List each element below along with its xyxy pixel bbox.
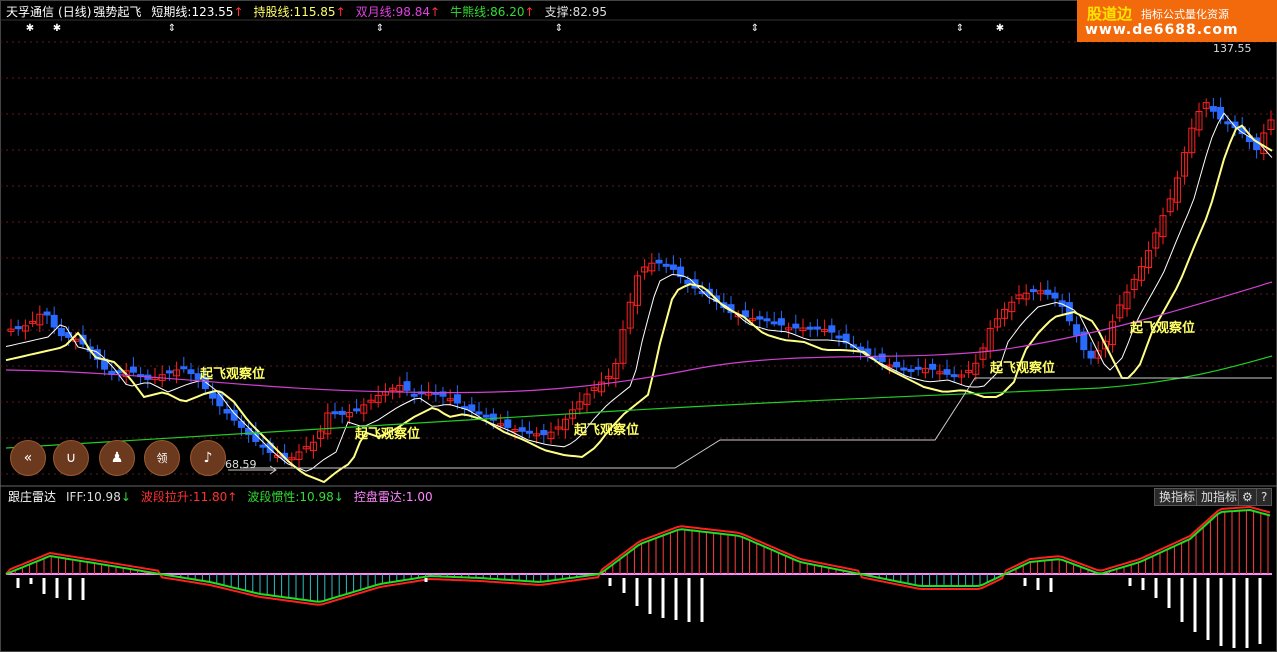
switch-indicator-button[interactable]: 换指标 <box>1154 488 1201 506</box>
event-marker: ⇕ <box>376 23 384 34</box>
candle-body <box>929 363 937 370</box>
iff-value: IFF:10.98↓ <box>66 489 131 504</box>
rise-value: 波段拉升:11.80↑ <box>140 490 238 504</box>
advisor-icon[interactable]: ♟ <box>99 440 135 476</box>
candle-body <box>828 325 836 333</box>
candle-body <box>338 410 346 415</box>
indicator-name[interactable]: 强势起飞 <box>93 3 141 20</box>
candle-body <box>410 393 418 397</box>
signal-label: 起飞观察位 <box>200 367 266 382</box>
candle-body <box>813 326 821 330</box>
candle-body <box>1217 106 1225 120</box>
candle-body <box>1051 292 1059 299</box>
help-icon[interactable]: ? <box>1256 488 1273 506</box>
control-value: 控盘雷达:1.00 <box>353 490 433 504</box>
bell-icon[interactable]: ♪ <box>190 440 226 476</box>
candle-body <box>756 316 764 320</box>
stock-name[interactable]: 天孚通信 <box>6 3 54 20</box>
low-price-label: 68.59 <box>225 458 257 471</box>
candle-body <box>57 327 65 337</box>
event-marker: ✱ <box>996 23 1004 34</box>
event-marker: ✱ <box>53 23 61 34</box>
signal-label: 起飞观察位 <box>355 427 421 442</box>
event-marker: ⇕ <box>751 23 759 34</box>
candle-body <box>50 314 58 328</box>
event-marker: ⇕ <box>555 23 563 34</box>
candle-body <box>1209 106 1217 112</box>
short-term-line <box>5 112 1273 472</box>
event-marker: ⇕ <box>956 23 964 34</box>
candle-body <box>943 369 951 375</box>
brand-logo: 股道边 指标公式量化资源 www.de6688.com <box>1077 0 1277 42</box>
candle-body <box>1073 324 1081 336</box>
candle-body <box>331 411 339 415</box>
candle-body <box>893 361 901 368</box>
candle-body <box>662 263 670 267</box>
candle-body <box>763 318 771 322</box>
candle-body <box>1224 121 1232 125</box>
collapse-icon[interactable]: « <box>10 440 46 476</box>
hold-line-value: 持股线:115.85↑ <box>253 4 346 19</box>
candle-body <box>187 369 195 375</box>
candle-body <box>43 311 51 316</box>
candle-body <box>14 326 22 330</box>
candle-body <box>482 414 490 418</box>
add-indicator-button[interactable]: 加指标 <box>1196 488 1243 506</box>
candle-body <box>180 366 188 370</box>
candle-body <box>835 335 843 339</box>
candle-body <box>129 366 137 373</box>
crown-icon[interactable]: 领 <box>144 440 180 476</box>
bull-line-value: 牛熊线:86.20↑ <box>450 4 535 19</box>
candle-body <box>489 413 497 421</box>
candle-body <box>777 318 785 326</box>
signal-label: 起飞观察位 <box>574 423 640 438</box>
candle-body <box>453 394 461 404</box>
month-line-value: 双月线:98.84↑ <box>355 4 441 19</box>
candle-body <box>504 419 512 428</box>
candle-body <box>1087 350 1095 359</box>
candle-body <box>525 430 533 434</box>
signal-label: 起飞观察位 <box>1130 321 1196 336</box>
short-line-value: 短期线:123.55↑ <box>151 4 244 19</box>
candle-body <box>540 430 548 436</box>
chart-canvas[interactable]: ✱ ✱ ⇕ ⇕ ⇕ ⇕ ⇕ ✱ <box>0 0 1277 652</box>
candle-body <box>165 370 173 374</box>
candle-body <box>914 366 922 370</box>
candle-body <box>216 393 224 407</box>
sub-indicator-name[interactable]: 跟庄雷达 <box>8 488 56 505</box>
candle-body <box>468 404 476 412</box>
inertia-value: 波段惯性:10.98↓ <box>247 490 344 504</box>
candle-body <box>878 353 886 363</box>
stock-chart-window: ✱ ✱ ⇕ ⇕ ⇕ ⇕ ⇕ ✱ 天孚通信 (日线) 强势起飞 短期线:123.55↑ 持股线:… <box>0 0 1277 652</box>
candle-body <box>1029 289 1037 293</box>
candle-body <box>655 259 663 264</box>
candle-body <box>1044 289 1052 295</box>
signal-label: 起飞观察位 <box>990 361 1056 376</box>
logo-url: www.de6688.com <box>1085 22 1239 38</box>
period-label: (日线) <box>58 4 92 19</box>
candle-body <box>259 444 267 448</box>
logo-title: 股道边 <box>1087 5 1133 23</box>
candle-body <box>770 321 778 325</box>
candle-body <box>900 367 908 371</box>
candle-body <box>353 408 361 412</box>
event-marker: ⇕ <box>168 23 176 34</box>
candle-body <box>518 427 526 432</box>
sub-indicator-header: 跟庄雷达 IFF:10.98↓ 波段拉升:11.80↑ 波段惯性:10.98↓ … <box>8 488 433 505</box>
main-indicator-header: 天孚通信 (日线) 强势起飞 短期线:123.55↑ 持股线:115.85↑ 双… <box>6 2 607 20</box>
high-price-label: 137.55 <box>1213 42 1252 55</box>
candle-body <box>792 323 800 329</box>
candle-body <box>950 374 958 378</box>
candle-body <box>669 264 677 270</box>
candle-body <box>475 411 483 415</box>
support-value: 支撑:82.95 <box>544 4 607 19</box>
candle-body <box>223 409 231 414</box>
candle-body <box>907 368 915 372</box>
candle-body <box>806 326 814 330</box>
settings-gear-icon[interactable]: ⚙ <box>1238 488 1257 506</box>
logo-tagline: 指标公式量化资源 <box>1141 8 1229 21</box>
event-marker: ✱ <box>26 23 34 34</box>
candle-body <box>403 381 411 391</box>
magnet-icon[interactable]: ∪ <box>53 440 89 476</box>
